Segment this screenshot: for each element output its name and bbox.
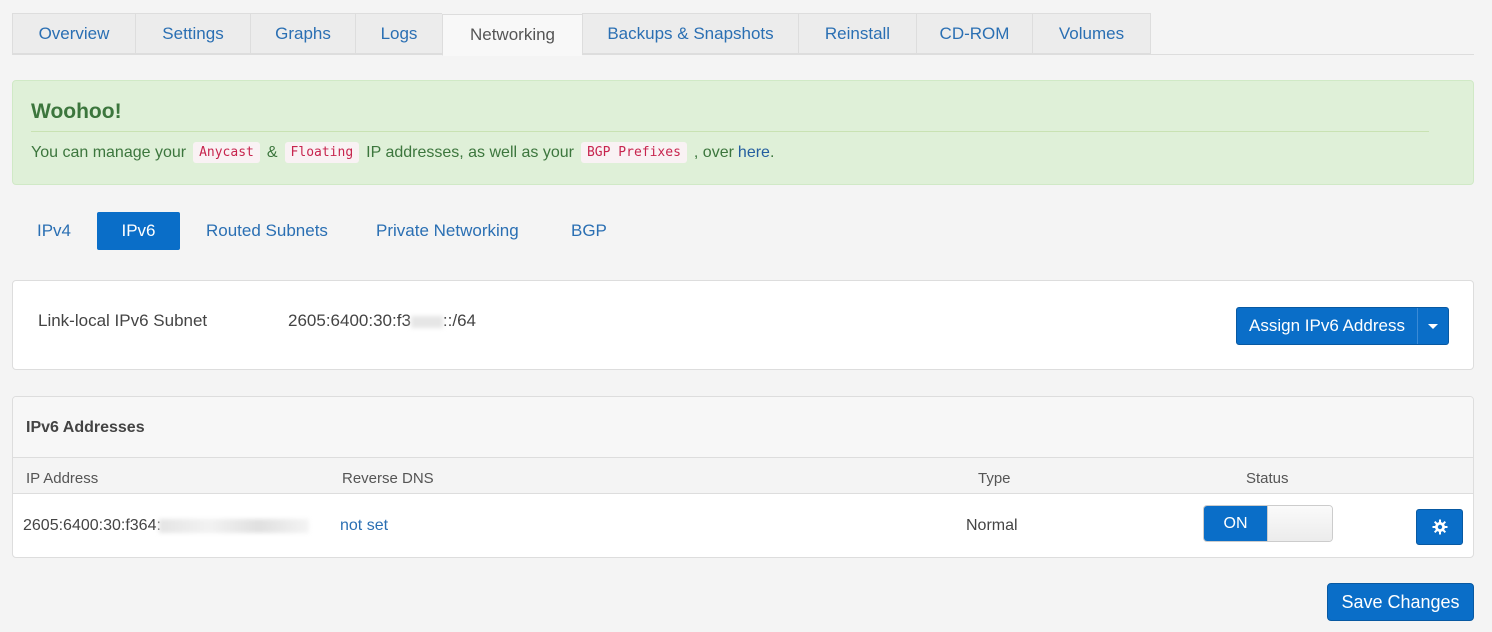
reverse-dns-link[interactable]: not set bbox=[340, 517, 388, 535]
tab-logs[interactable]: Logs bbox=[355, 13, 442, 54]
table-header: IP Address Reverse DNS Type Status bbox=[13, 458, 1473, 494]
assign-ipv6-dropdown-toggle[interactable] bbox=[1418, 308, 1448, 344]
tab-reinstall[interactable]: Reinstall bbox=[798, 13, 916, 54]
link-local-subnet-panel: Link-local IPv6 Subnet 2605:6400:30:f3::… bbox=[12, 280, 1474, 370]
gear-icon bbox=[1432, 519, 1447, 535]
subtab-private-networking[interactable]: Private Networking bbox=[363, 212, 532, 250]
subnet-value: 2605:6400:30:f3::/64 bbox=[288, 311, 476, 331]
col-status: Status bbox=[1246, 470, 1289, 487]
panel-heading: IPv6 Addresses bbox=[13, 397, 1473, 458]
table-row: 2605:6400:30:f364: not set Normal ON bbox=[13, 494, 1473, 557]
col-ip-address: IP Address bbox=[26, 470, 99, 487]
network-subtabs: IPv4 IPv6 Routed Subnets Private Network… bbox=[24, 212, 644, 250]
success-alert: Woohoo! You can manage your Anycast & Fl… bbox=[12, 80, 1474, 185]
ipv6-addresses-panel: IPv6 Addresses IP Address Reverse DNS Ty… bbox=[12, 396, 1474, 558]
tab-backups-snapshots[interactable]: Backups & Snapshots bbox=[582, 13, 798, 54]
tab-settings[interactable]: Settings bbox=[135, 13, 250, 54]
assign-ipv6-button[interactable]: Assign IPv6 Address bbox=[1236, 307, 1449, 345]
alert-divider bbox=[31, 131, 1429, 132]
redacted-segment bbox=[410, 315, 443, 328]
status-toggle[interactable]: ON bbox=[1203, 505, 1333, 542]
status-toggle-knob[interactable] bbox=[1267, 506, 1332, 541]
subnet-value-suffix: ::/64 bbox=[442, 311, 476, 330]
save-changes-button[interactable]: Save Changes bbox=[1327, 583, 1474, 621]
row-settings-button[interactable] bbox=[1416, 509, 1463, 545]
row-type: Normal bbox=[966, 517, 1018, 534]
code-floating: Floating bbox=[284, 142, 360, 163]
subtab-ipv6[interactable]: IPv6 bbox=[97, 212, 180, 250]
col-reverse-dns: Reverse DNS bbox=[342, 470, 434, 487]
tab-cd-rom[interactable]: CD-ROM bbox=[916, 13, 1032, 54]
tab-overview[interactable]: Overview bbox=[12, 13, 135, 54]
row-ip-address: 2605:6400:30:f364: bbox=[23, 517, 309, 535]
top-tab-bar: Overview Settings Graphs Logs Networking… bbox=[12, 13, 1474, 56]
alert-text-before: You can manage your bbox=[31, 143, 187, 161]
alert-amp: & bbox=[266, 143, 278, 161]
redacted-segment bbox=[158, 518, 309, 533]
subtab-bgp[interactable]: BGP bbox=[558, 212, 620, 250]
ip-value: 2605:6400:30:f364: bbox=[23, 517, 161, 534]
tab-volumes[interactable]: Volumes bbox=[1032, 13, 1151, 54]
status-toggle-on[interactable]: ON bbox=[1204, 506, 1267, 541]
code-bgp-prefixes: BGP Prefixes bbox=[580, 142, 687, 163]
alert-period: . bbox=[769, 143, 775, 161]
caret-down-icon bbox=[1428, 323, 1438, 329]
tab-graphs[interactable]: Graphs bbox=[250, 13, 355, 54]
tab-networking[interactable]: Networking bbox=[442, 14, 582, 56]
alert-text-mid: IP addresses, as well as your bbox=[366, 143, 574, 161]
col-type: Type bbox=[978, 470, 1011, 487]
alert-title: Woohoo! bbox=[31, 100, 122, 123]
subtab-ipv4[interactable]: IPv4 bbox=[24, 212, 84, 250]
panel-title: IPv6 Addresses bbox=[26, 419, 145, 436]
subnet-label: Link-local IPv6 Subnet bbox=[38, 311, 208, 330]
alert-message: You can manage your Anycast & Floating I… bbox=[31, 142, 774, 163]
subtab-routed-subnets[interactable]: Routed Subnets bbox=[193, 212, 341, 250]
alert-here-link[interactable]: here bbox=[738, 144, 770, 162]
subnet-value-prefix: 2605:6400:30:f3 bbox=[288, 311, 411, 330]
code-anycast: Anycast bbox=[193, 142, 260, 163]
alert-text-after: , over bbox=[693, 143, 734, 161]
assign-ipv6-label[interactable]: Assign IPv6 Address bbox=[1237, 308, 1418, 344]
